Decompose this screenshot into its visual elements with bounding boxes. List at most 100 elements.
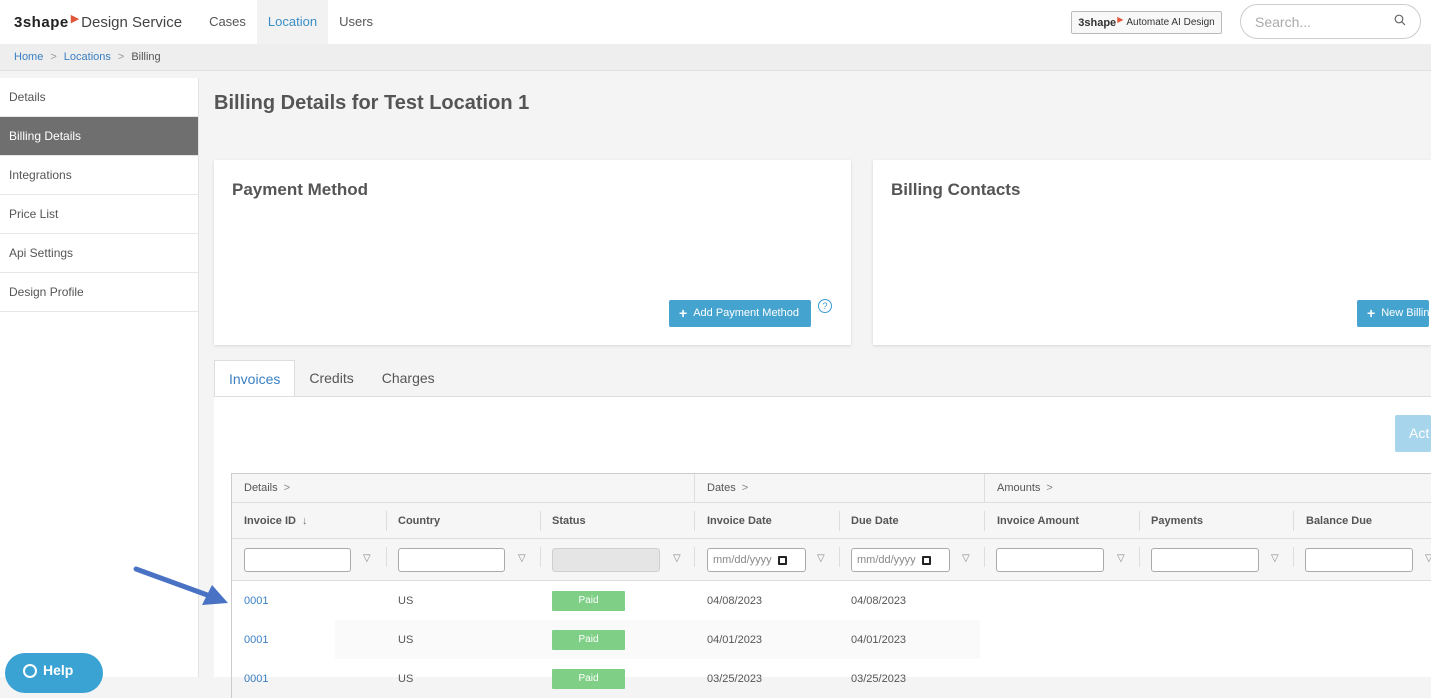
status-filter-select[interactable]: [552, 548, 660, 572]
search-icon[interactable]: [1394, 14, 1406, 29]
filter-funnel-icon[interactable]: ▽: [518, 553, 526, 564]
help-button[interactable]: Help: [5, 653, 103, 693]
search-box: [1240, 4, 1421, 39]
country-filter-input[interactable]: [398, 548, 505, 572]
filter-funnel-icon[interactable]: ▽: [363, 553, 371, 564]
column-invoice-id-label: Invoice ID: [244, 514, 296, 527]
column-invoice-id[interactable]: Invoice ID ↓: [232, 503, 307, 538]
breadcrumb-separator: >: [50, 51, 57, 63]
nav-location[interactable]: Location: [256, 0, 329, 44]
invoice-amount-filter-input[interactable]: [996, 548, 1104, 572]
plus-icon: +: [1367, 305, 1376, 321]
tab-invoices[interactable]: Invoices: [214, 360, 296, 397]
due-date-cell: 03/25/2023: [851, 672, 907, 685]
grid-filter-row: ▽ ▽ ▽ mm/dd/yyyy ▽ mm/dd/yyyy ▽ ▽ ▽ ▽: [232, 539, 1431, 581]
brand-logo-text: 3shape: [14, 13, 69, 31]
invoice-date-placeholder: mm/dd/yyyy: [713, 554, 772, 566]
due-date-cell: 04/08/2023: [851, 594, 907, 607]
invoice-id-link[interactable]: 0001: [244, 595, 268, 607]
group-dates-label: Dates: [707, 482, 736, 494]
help-button-label: Help: [43, 662, 74, 678]
group-amounts[interactable]: Amounts >: [985, 474, 1053, 502]
page-title: Billing Details for Test Location 1: [214, 92, 530, 114]
invoice-id-filter-input[interactable]: [244, 548, 351, 572]
invoice-date-cell: 04/08/2023: [707, 594, 763, 607]
group-details-label: Details: [244, 482, 278, 494]
help-question-icon[interactable]: ?: [818, 299, 832, 313]
status-badge: Paid: [552, 629, 625, 650]
add-payment-method-button[interactable]: + Add Payment Method: [669, 300, 811, 327]
sidebar-item-api-settings[interactable]: Api Settings: [0, 234, 198, 273]
tab-credits[interactable]: Credits: [295, 360, 367, 397]
tab-charges[interactable]: Charges: [368, 360, 449, 397]
breadcrumb-home[interactable]: Home: [14, 51, 43, 63]
grid-group-header: Details > Dates > Amounts >: [232, 474, 1431, 503]
calendar-icon[interactable]: [777, 555, 787, 565]
due-date-filter-input[interactable]: mm/dd/yyyy: [851, 548, 950, 572]
due-date-cell: 04/01/2023: [851, 633, 907, 646]
nav-users[interactable]: Users: [328, 0, 384, 44]
column-divider: [984, 547, 985, 567]
column-payments[interactable]: Payments: [1139, 503, 1203, 538]
breadcrumb-locations[interactable]: Locations: [64, 51, 111, 63]
billing-contacts-card: Billing Contacts + New Billin: [873, 160, 1431, 345]
breadcrumb-separator: >: [117, 51, 125, 63]
country-cell: US: [398, 672, 414, 685]
sidebar-item-price-list[interactable]: Price List: [0, 195, 198, 234]
group-amounts-label: Amounts: [997, 482, 1041, 494]
filter-funnel-icon[interactable]: ▽: [1271, 553, 1279, 564]
chevron-right-icon: >: [741, 482, 749, 494]
payments-filter-input[interactable]: [1151, 548, 1259, 572]
filter-funnel-icon[interactable]: ▽: [673, 553, 681, 564]
automate-ai-design-button[interactable]: 3shape ▶ Automate AI Design: [1071, 11, 1222, 34]
add-payment-method-label: Add Payment Method: [693, 307, 799, 319]
invoice-id-link[interactable]: 0001: [244, 673, 268, 685]
invoice-date-filter-input[interactable]: mm/dd/yyyy: [707, 548, 806, 572]
country-cell: US: [398, 633, 414, 646]
column-invoice-date[interactable]: Invoice Date: [695, 503, 772, 538]
invoice-id-link[interactable]: 0001: [244, 634, 268, 646]
column-country[interactable]: Country: [386, 503, 440, 538]
column-due-date[interactable]: Due Date: [839, 503, 899, 538]
sidebar-item-design-profile[interactable]: Design Profile: [0, 273, 198, 312]
filter-funnel-icon[interactable]: ▽: [817, 553, 825, 564]
column-divider: [839, 547, 840, 567]
invoice-date-cell: 04/01/2023: [707, 633, 763, 646]
brand-name: Design Service: [81, 13, 183, 31]
column-divider: [386, 547, 387, 567]
payment-method-title: Payment Method: [232, 180, 369, 199]
payment-method-card: Payment Method + Add Payment Method ?: [214, 160, 851, 345]
column-balance-due[interactable]: Balance Due: [1294, 503, 1372, 538]
filter-funnel-icon[interactable]: ▽: [962, 553, 970, 564]
column-divider: [1139, 547, 1140, 567]
breadcrumb: Home > Locations > Billing: [0, 44, 1431, 71]
calendar-icon[interactable]: [921, 555, 931, 565]
sort-down-icon[interactable]: ↓: [302, 515, 308, 527]
nav-cases[interactable]: Cases: [198, 0, 257, 44]
ai-badge-text: Automate AI Design: [1126, 17, 1215, 28]
column-status[interactable]: Status: [540, 503, 586, 538]
sidebar-item-integrations[interactable]: Integrations: [0, 156, 198, 195]
filter-funnel-icon[interactable]: ▽: [1425, 553, 1431, 564]
column-divider: [1293, 547, 1294, 567]
main-nav: Cases Location Users: [198, 0, 384, 44]
balance-due-filter-input[interactable]: [1305, 548, 1413, 572]
group-details[interactable]: Details >: [232, 474, 290, 502]
grid-column-header: Invoice ID ↓ Country Status Invoice Date…: [232, 503, 1431, 539]
brand-logo[interactable]: 3shape ▶ Design Service: [14, 13, 183, 31]
column-invoice-amount[interactable]: Invoice Amount: [985, 503, 1079, 538]
group-dates[interactable]: Dates >: [695, 474, 748, 502]
status-badge: Paid: [552, 590, 625, 611]
actions-button[interactable]: Act: [1395, 415, 1431, 452]
billing-contacts-title: Billing Contacts: [891, 180, 1021, 199]
table-row: 0001 US Paid 04/08/2023 04/08/2023: [232, 581, 1431, 620]
search-input[interactable]: [1255, 13, 1385, 30]
filter-funnel-icon[interactable]: ▽: [1117, 553, 1125, 564]
help-icon: [23, 664, 37, 678]
sidebar-item-billing-details[interactable]: Billing Details: [0, 117, 198, 156]
new-billing-contact-button[interactable]: + New Billin: [1357, 300, 1430, 327]
sidebar-item-details[interactable]: Details: [0, 78, 198, 117]
chevron-right-icon: >: [1046, 482, 1053, 494]
column-divider: [540, 547, 541, 567]
invoice-date-cell: 03/25/2023: [707, 672, 763, 685]
